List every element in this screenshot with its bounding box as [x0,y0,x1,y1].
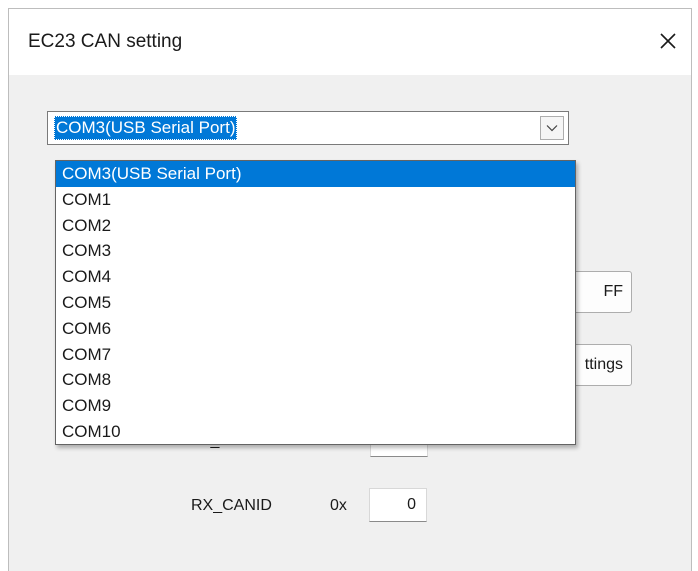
port-option[interactable]: COM8 [56,367,575,393]
rx-canid-input[interactable]: 0 [369,488,427,522]
port-option[interactable]: COM2 [56,213,575,239]
port-option[interactable]: COM6 [56,316,575,342]
port-option[interactable]: COM7 [56,342,575,368]
off-button-label: FF [603,283,623,300]
port-option[interactable]: COM5 [56,290,575,316]
close-icon [660,33,676,49]
port-select[interactable]: COM3(USB Serial Port) [47,111,569,145]
port-option[interactable]: COM9 [56,393,575,419]
settings-button-label: ttings [584,356,623,373]
port-option[interactable]: COM3(USB Serial Port) [56,161,575,187]
chevron-down-icon [546,125,558,132]
close-button[interactable] [645,21,691,61]
title-bar: EC23 CAN setting [9,9,691,75]
port-dropdown-list: COM3(USB Serial Port) COM1 COM2 COM3 COM… [55,160,576,445]
rx-canid-label: RX_CANID [191,497,272,514]
port-option[interactable]: COM3 [56,238,575,264]
port-option[interactable]: COM10 [56,419,575,445]
rx-canid-prefix: 0x [330,497,347,514]
port-option[interactable]: COM1 [56,187,575,213]
port-option[interactable]: COM4 [56,264,575,290]
port-select-arrow[interactable] [540,116,564,140]
port-select-value: COM3(USB Serial Port) [54,116,238,140]
window-title: EC23 CAN setting [28,31,183,52]
